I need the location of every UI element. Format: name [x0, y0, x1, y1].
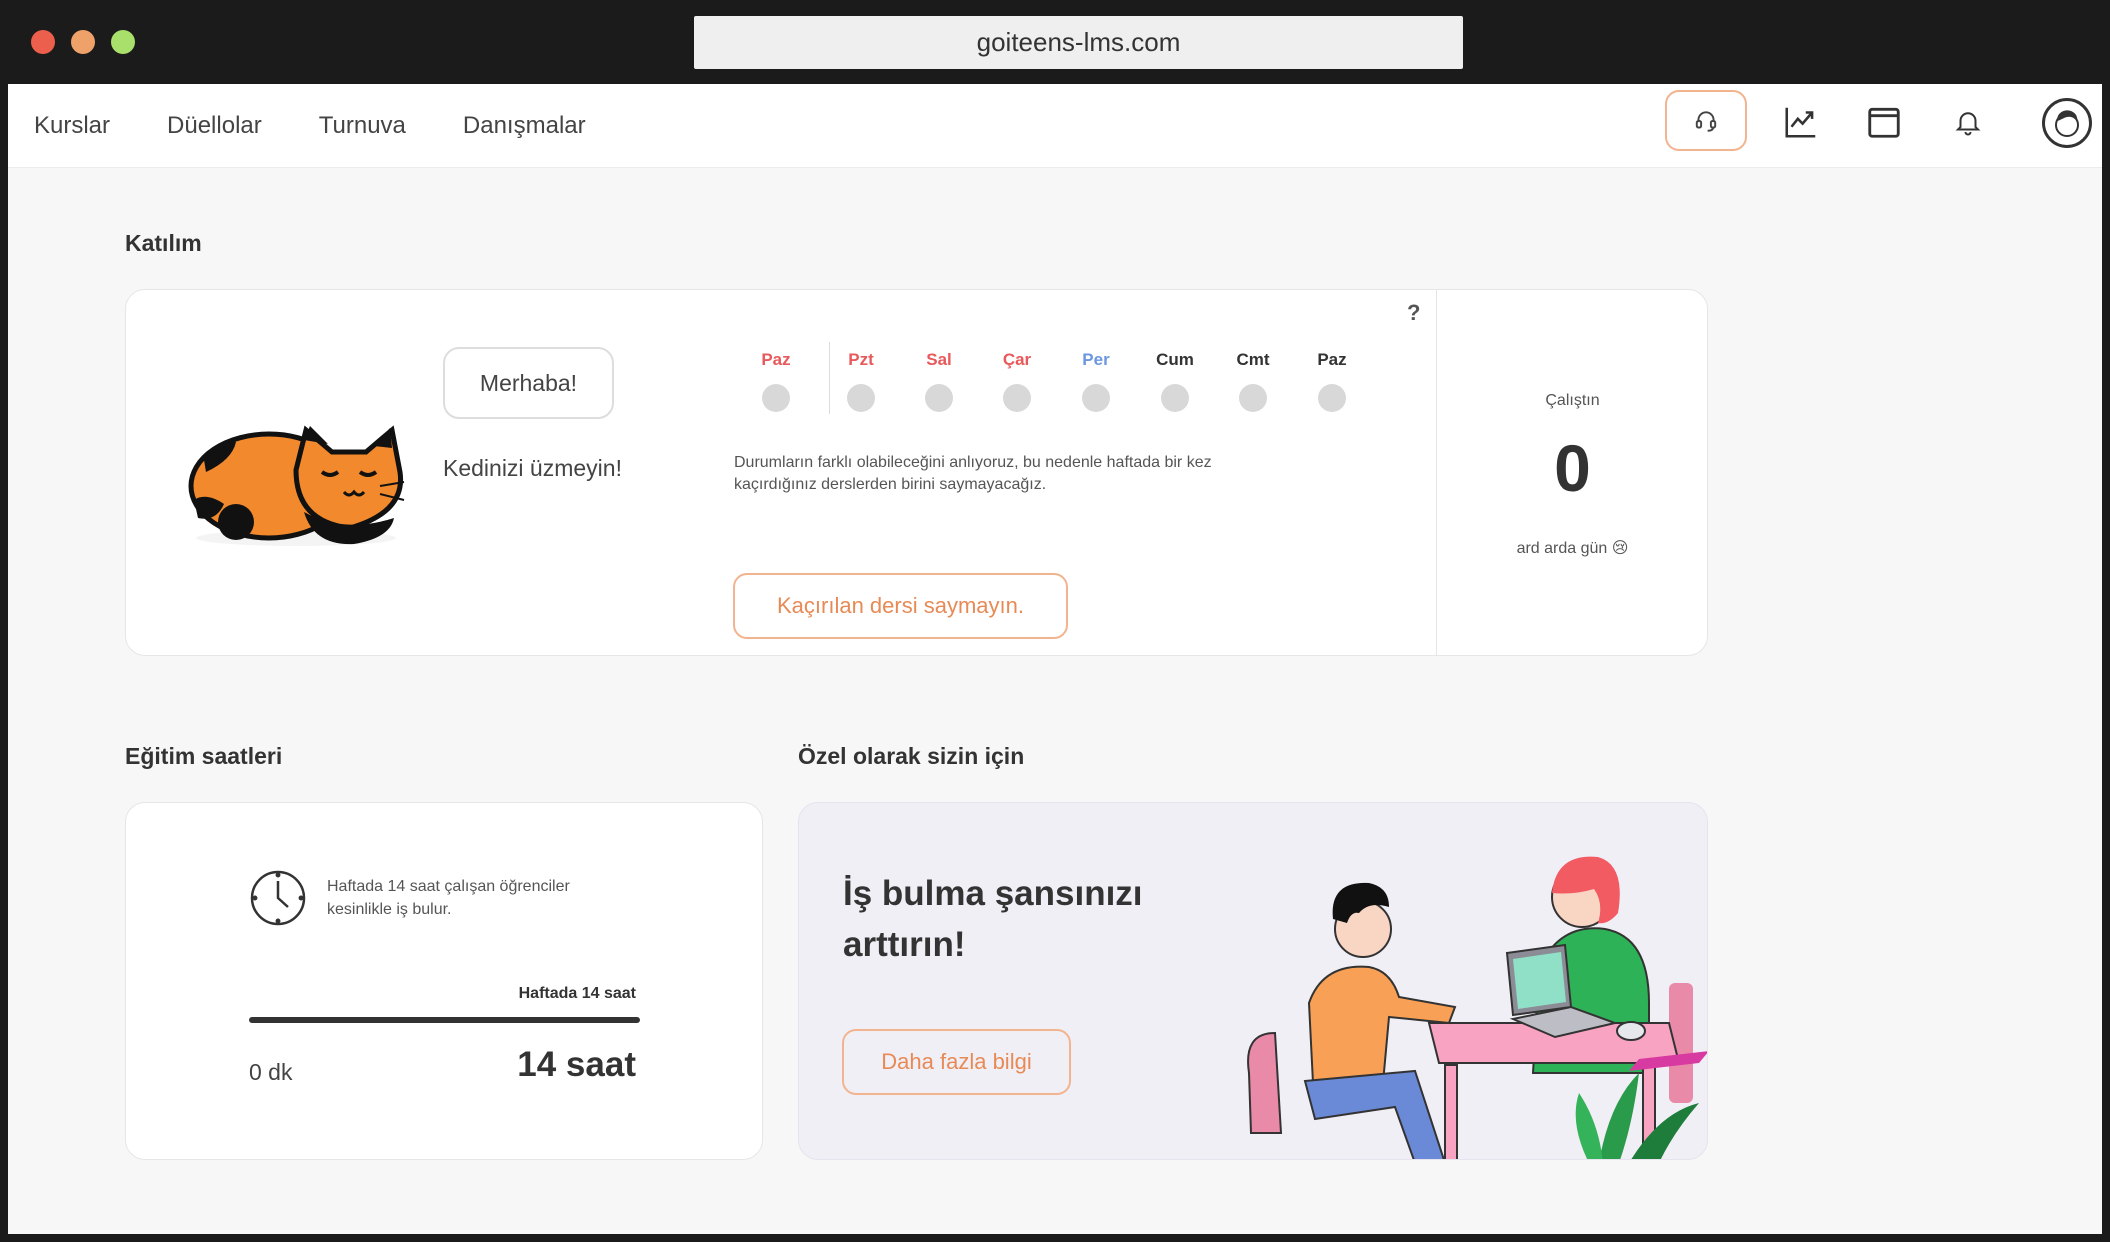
attendance-title: Katılım [125, 230, 202, 256]
promo-section-title: Özel olarak sizin için [798, 743, 1025, 769]
weekday-6: Cmt [1223, 350, 1283, 412]
weekday-status-dot [1082, 384, 1110, 412]
skip-missed-lesson-button[interactable]: Kaçırılan dersi saymayın. [733, 573, 1068, 639]
sleeping-cat-illustration [188, 425, 405, 546]
weekday-status-dot [925, 384, 953, 412]
weekday-label: Paz [1317, 350, 1347, 369]
notifications-button[interactable] [1936, 90, 2000, 154]
weekday-label: Paz [761, 350, 791, 369]
address-bar[interactable]: goiteens-lms.com [694, 16, 1463, 69]
cat-message: Kedinizi üzmeyin! [443, 455, 622, 481]
nav-link-duels[interactable]: Düellolar [167, 112, 262, 140]
trending-chart-icon [1785, 107, 1816, 138]
minimize-window-button[interactable] [71, 30, 95, 54]
weekly-goal-label: Haftada 14 saat [518, 985, 636, 1002]
weekday-0: Paz [746, 350, 806, 412]
weekday-status-dot [1003, 384, 1031, 412]
help-icon[interactable]: ? [1407, 300, 1420, 326]
promo-title: İş bulma şansınızı arttırın! [843, 874, 1143, 964]
weekday-status-dot [762, 384, 790, 412]
calendar-icon [1868, 107, 1900, 138]
weekday-status-dot [1318, 384, 1346, 412]
weekday-status-dot [1239, 384, 1267, 412]
nav-link-tournament[interactable]: Turnuva [319, 112, 406, 140]
weekday-3: Çar [987, 350, 1047, 412]
stats-button[interactable] [1769, 90, 1833, 154]
weekday-7: Paz [1302, 350, 1362, 412]
weekday-label: Pzt [848, 350, 874, 369]
streak-label: Çalıştın [1545, 392, 1600, 409]
attendance-card: ? Merhaba! Kedinizi üzmeyin! Paz Pzt Sal Ça… [125, 289, 1708, 656]
browser-chrome: goiteens-lms.com [0, 0, 2110, 84]
hours-progress-bar [249, 1017, 640, 1023]
weekday-label: Cmt [1236, 350, 1270, 369]
clock-icon [250, 870, 306, 926]
weekday-5: Cum [1145, 350, 1205, 412]
weekday-2: Sal [909, 350, 969, 412]
weekday-label: Sal [926, 350, 952, 369]
training-hours-description: Haftada 14 saat çalışan öğrenciler kesin… [327, 878, 570, 918]
support-button[interactable] [1665, 90, 1747, 151]
streak-subtitle: ard arda gün 😢 [1516, 540, 1629, 557]
weekday-4: Per [1066, 350, 1126, 412]
top-navigation: Kurslar Düellolar Turnuva Danışmalar [8, 84, 2102, 168]
close-window-button[interactable] [31, 30, 55, 54]
bell-icon [1955, 112, 1981, 136]
user-avatar[interactable] [2042, 98, 2092, 148]
weekday-label: Cum [1156, 350, 1194, 369]
day-separator [829, 342, 830, 414]
streak-panel: Çalıştın 0 ard arda gün 😢 [1436, 290, 1708, 655]
weekday-label: Çar [1002, 350, 1032, 369]
calendar-button[interactable] [1852, 90, 1916, 154]
promo-card: İş bulma şansınızı arttırın! Daha fazla … [798, 802, 1708, 1160]
nav-links: Kurslar Düellolar Turnuva Danışmalar [34, 84, 643, 168]
students-illustration [1247, 856, 1707, 1159]
training-hours-title: Eğitim saatleri [125, 743, 283, 769]
streak-value: 0 [1554, 431, 1591, 505]
page: Kurslar Düellolar Turnuva Danışmalar Kat… [8, 84, 2102, 1234]
attendance-description: Durumların farklı olabileceğini anlıyoru… [734, 454, 1212, 493]
weekday-status-dot [1161, 384, 1189, 412]
weekday-label: Per [1082, 350, 1110, 369]
weekday-status-dot [847, 384, 875, 412]
training-hours-card: Haftada 14 saat çalışan öğrenciler kesin… [125, 802, 763, 1160]
nav-link-consultations[interactable]: Danışmalar [463, 112, 586, 140]
avatar-icon [2055, 110, 2079, 137]
hours-current: 0 dk [249, 1059, 293, 1085]
hours-target: 14 saat [517, 1045, 636, 1084]
learn-more-button[interactable]: Daha fazla bilgi [842, 1029, 1071, 1095]
nav-link-courses[interactable]: Kurslar [34, 112, 110, 140]
maximize-window-button[interactable] [111, 30, 135, 54]
greeting-bubble: Merhaba! [443, 347, 614, 419]
headset-icon [1695, 110, 1717, 132]
weekday-1: Pzt [831, 350, 891, 412]
